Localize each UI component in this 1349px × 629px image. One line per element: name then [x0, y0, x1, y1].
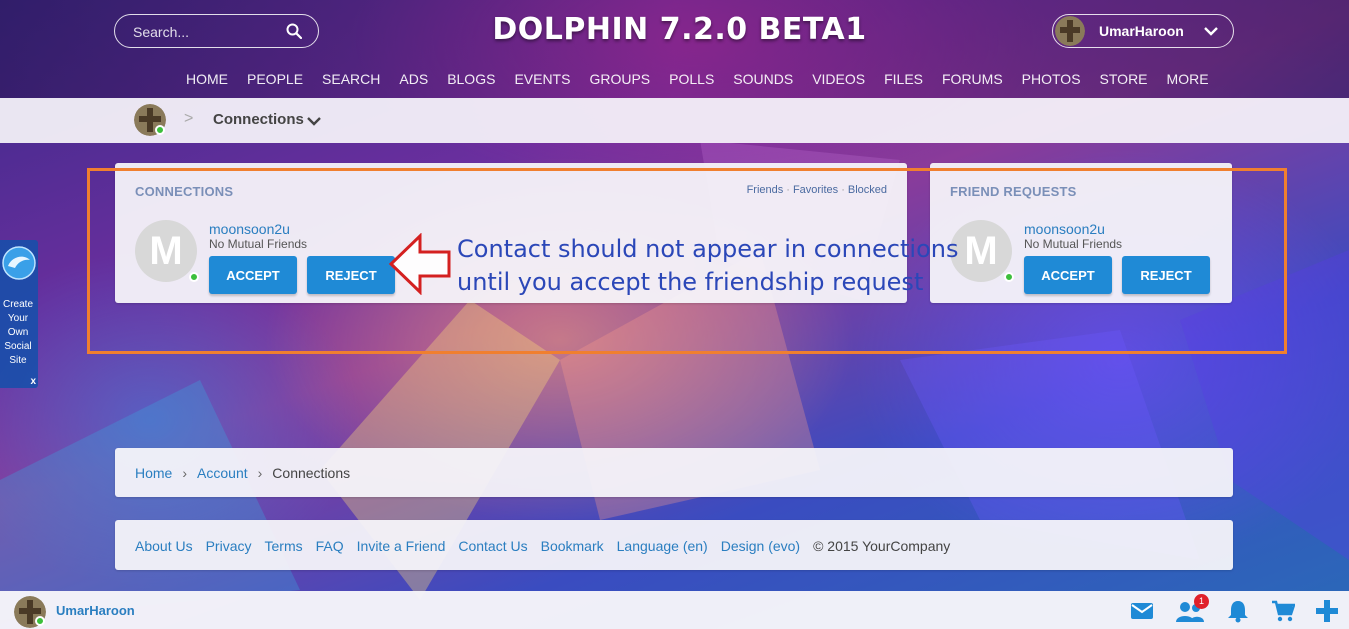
footer-privacy[interactable]: Privacy [206, 538, 252, 554]
dolphin-logo-icon [2, 246, 36, 280]
page-subbar: > Connections [0, 98, 1349, 143]
nav-groups[interactable]: GROUPS [589, 71, 650, 87]
mail-icon[interactable] [1130, 599, 1154, 623]
bell-icon[interactable] [1226, 599, 1250, 623]
create-site-text: Create Your Own Social Site [0, 298, 36, 368]
annotation-line-2: until you accept the friendship request [457, 268, 924, 296]
annotation-arrow-icon [388, 233, 451, 295]
nav-ads[interactable]: ADS [399, 71, 428, 87]
breadcrumb-account[interactable]: Account [197, 465, 248, 481]
nav-search[interactable]: SEARCH [322, 71, 380, 87]
breadcrumb-separator: > [184, 110, 194, 127]
nav-blogs[interactable]: BLOGS [447, 71, 495, 87]
annotation-line-1: Contact should not appear in connections [457, 235, 959, 263]
breadcrumb-panel: Home › Account › Connections [115, 448, 1233, 497]
copyright-text: © 2015 YourCompany [813, 538, 951, 554]
widget-line: Create [2, 299, 33, 310]
nav-files[interactable]: FILES [884, 71, 923, 87]
nav-events[interactable]: EVENTS [514, 71, 570, 87]
user-name: UmarHaroon [1099, 23, 1184, 39]
nav-videos[interactable]: VIDEOS [812, 71, 865, 87]
breadcrumb: Home › Account › Connections [135, 465, 350, 481]
main-nav: HOME PEOPLE SEARCH ADS BLOGS EVENTS GROU… [186, 71, 1209, 87]
page-title[interactable]: Connections [213, 111, 304, 128]
breadcrumb-separator: › [257, 465, 263, 481]
user-name-link[interactable]: UmarHaroon [56, 603, 135, 618]
footer-language[interactable]: Language (en) [617, 538, 708, 554]
cart-icon[interactable] [1271, 599, 1295, 623]
chevron-down-icon[interactable] [307, 115, 321, 127]
widget-line: Site [9, 355, 27, 366]
widget-line: Social [4, 341, 32, 352]
footer-links: About Us Privacy Terms FAQ Invite a Frie… [135, 538, 950, 554]
chevron-down-icon [1204, 27, 1218, 36]
create-site-widget[interactable]: Create Your Own Social Site x [0, 240, 38, 388]
nav-photos[interactable]: PHOTOS [1022, 71, 1081, 87]
nav-home[interactable]: HOME [186, 71, 228, 87]
footer-design[interactable]: Design (evo) [721, 538, 800, 554]
friends-notification-badge: 1 [1194, 594, 1209, 609]
breadcrumb-separator: › [182, 465, 188, 481]
breadcrumb-current: Connections [272, 465, 351, 481]
nav-sounds[interactable]: SOUNDS [733, 71, 793, 87]
online-status-dot [35, 616, 45, 626]
bottom-toolbar: UmarHaroon [0, 591, 1349, 629]
footer-bookmark[interactable]: Bookmark [541, 538, 604, 554]
user-avatar [1055, 16, 1085, 46]
footer-invite[interactable]: Invite a Friend [357, 538, 446, 554]
nav-forums[interactable]: FORUMS [942, 71, 1003, 87]
nav-polls[interactable]: POLLS [669, 71, 714, 87]
online-status-dot [155, 125, 165, 135]
nav-store[interactable]: STORE [1100, 71, 1148, 87]
widget-line: Your [7, 313, 29, 324]
close-icon[interactable]: x [30, 376, 36, 387]
breadcrumb-home[interactable]: Home [135, 465, 172, 481]
footer: About Us Privacy Terms FAQ Invite a Frie… [115, 520, 1233, 570]
footer-contact[interactable]: Contact Us [458, 538, 527, 554]
user-menu[interactable]: UmarHaroon [1052, 14, 1234, 48]
footer-faq[interactable]: FAQ [316, 538, 344, 554]
nav-people[interactable]: PEOPLE [247, 71, 303, 87]
annotation-text: Contact should not appear in connections… [457, 233, 958, 299]
footer-about[interactable]: About Us [135, 538, 193, 554]
nav-more[interactable]: MORE [1167, 71, 1209, 87]
widget-line: Own [7, 327, 29, 338]
plus-icon[interactable] [1315, 599, 1339, 623]
footer-terms[interactable]: Terms [265, 538, 303, 554]
